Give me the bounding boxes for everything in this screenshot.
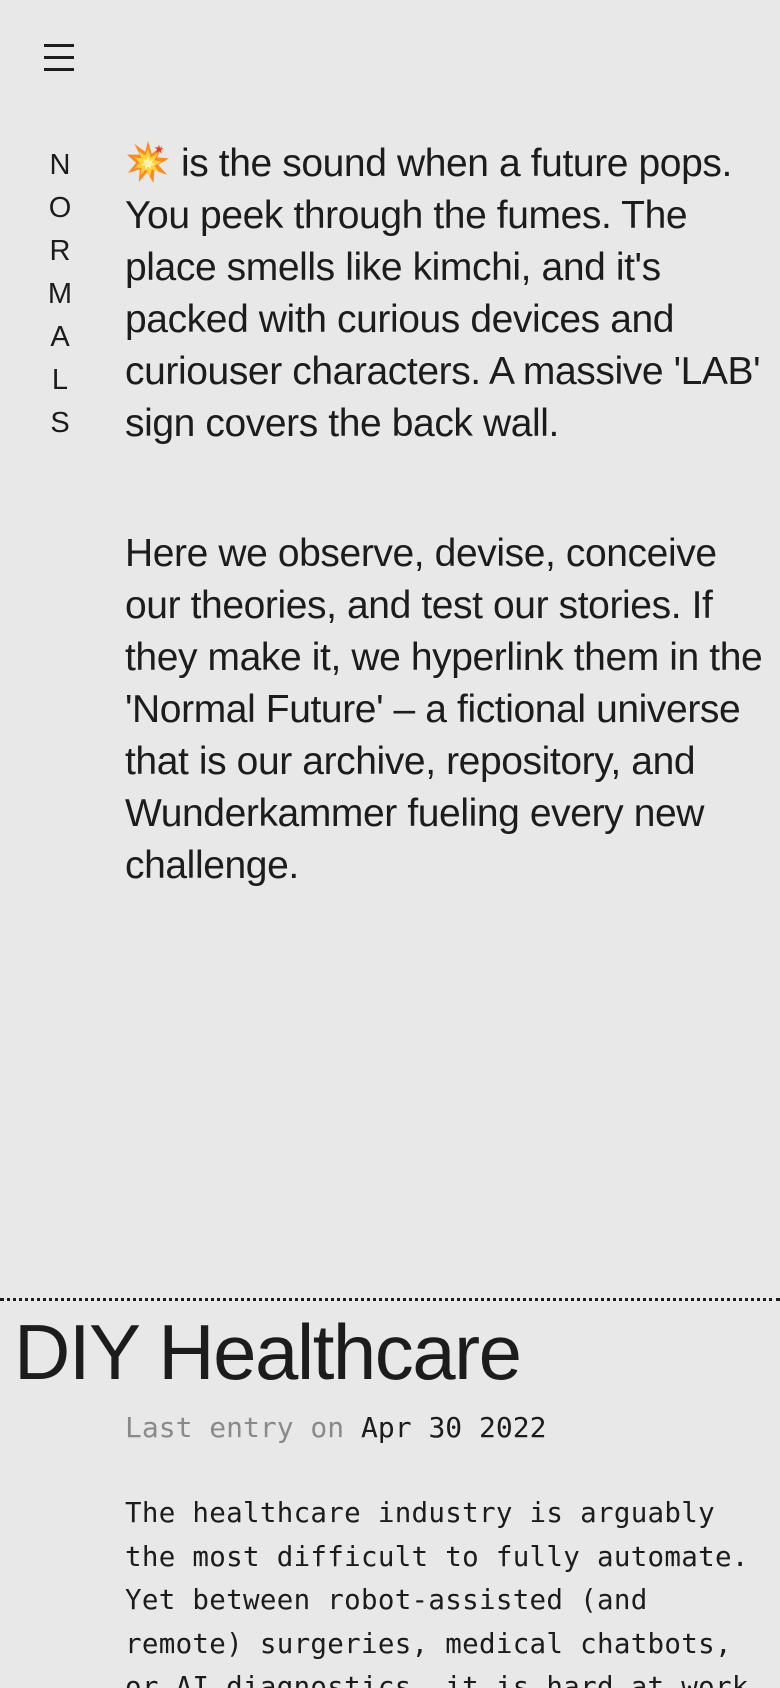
intro-paragraph-1: is the sound when a future pops. You pee… <box>125 138 765 450</box>
brand-letter: O <box>48 192 72 224</box>
intro-paragraph-2: Here we observe, devise, conceive our th… <box>125 532 763 887</box>
collision-emoji-icon <box>126 140 170 184</box>
section-description: The healthcare industry is arguably the … <box>125 1497 749 1688</box>
brand-logo[interactable]: N O R M A L S <box>40 144 80 445</box>
brand-letter: L <box>51 364 69 396</box>
intro-paragraph-1-text: is the sound when a future pops. You pee… <box>125 142 761 445</box>
last-entry-date: Apr 30 2022 <box>361 1411 547 1444</box>
brand-letter: N <box>49 149 71 181</box>
hamburger-menu-icon-bar <box>44 68 74 71</box>
menu-button[interactable] <box>36 40 84 76</box>
brand-letter: R <box>49 235 71 267</box>
hamburger-menu-icon <box>44 44 74 47</box>
brand-letter: A <box>50 321 70 353</box>
brand-letter: S <box>50 407 70 439</box>
last-entry-label: Last entry on <box>125 1411 345 1444</box>
last-entry-meta: Last entry on Apr 30 2022 <box>125 1408 546 1448</box>
section-divider <box>0 1298 780 1301</box>
section-title: DIY Healthcare <box>14 1308 522 1396</box>
intro-text: is the sound when a future pops. You pee… <box>125 138 765 970</box>
hamburger-menu-icon-bar <box>44 56 74 59</box>
brand-letter: M <box>47 278 73 310</box>
